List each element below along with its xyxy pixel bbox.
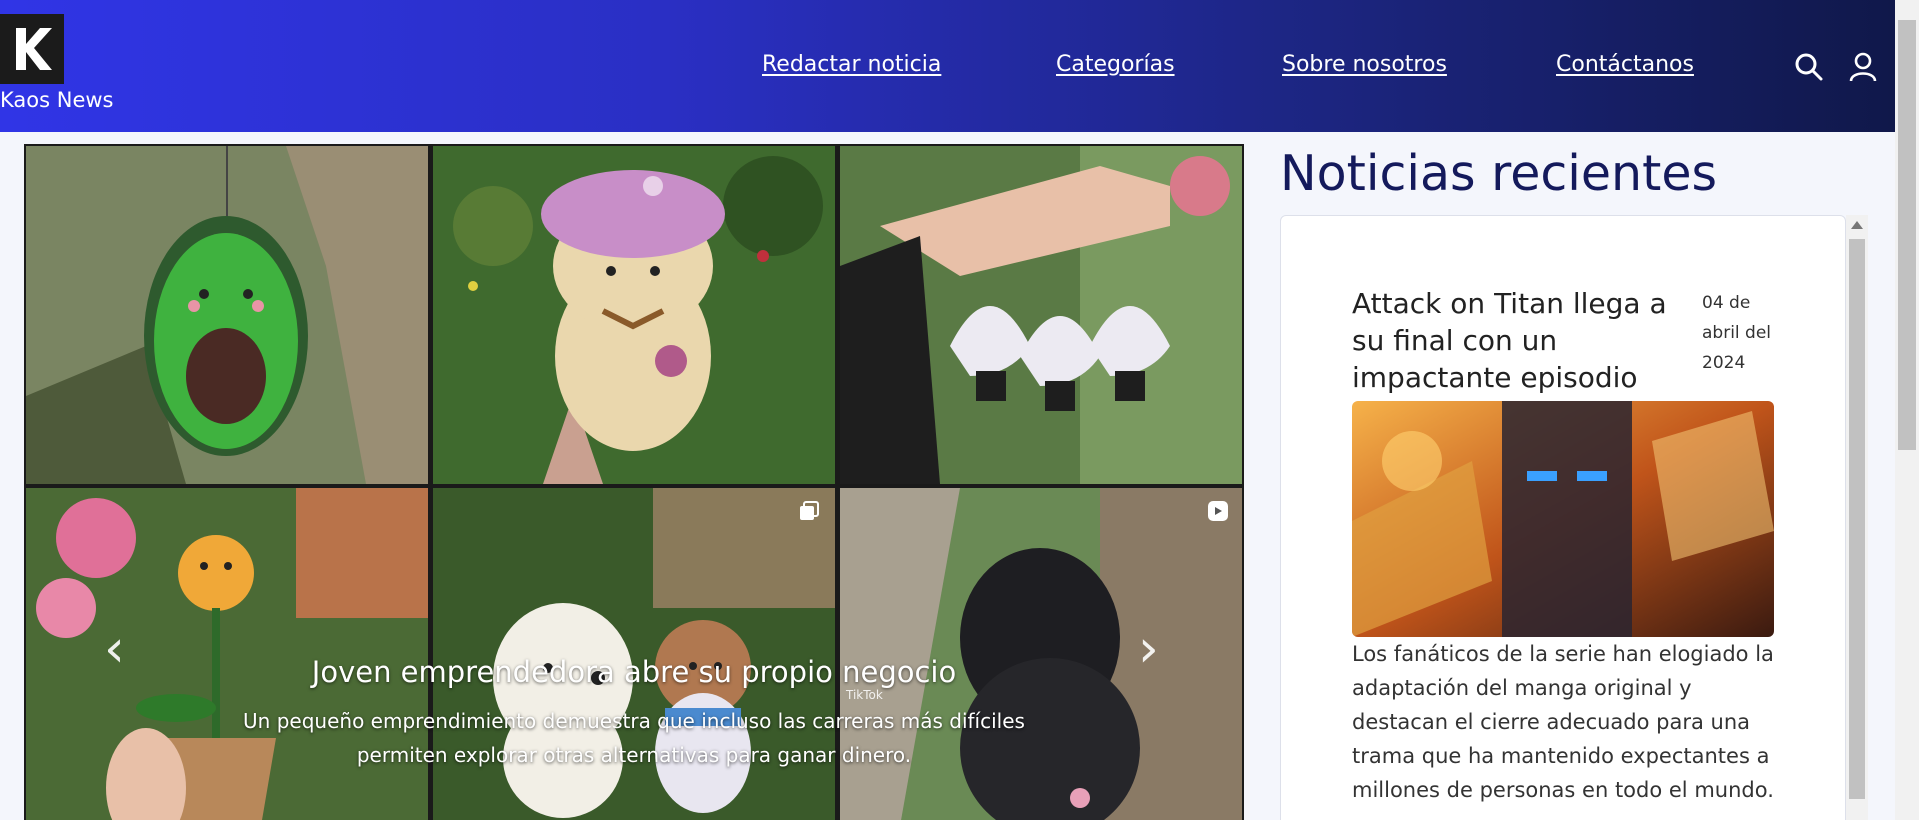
site-header: Kaos News Redactar noticia Categorías So… <box>0 0 1895 132</box>
site-logo[interactable] <box>0 14 64 84</box>
nav-categorias[interactable]: Categorías <box>1056 52 1175 77</box>
carousel-slide-title[interactable]: Joven emprendedora abre su propio negoci… <box>24 655 1244 689</box>
page-scroll-thumb[interactable] <box>1898 20 1916 450</box>
nav-redactar-noticia[interactable]: Redactar noticia <box>762 52 941 77</box>
brand-name[interactable]: Kaos News <box>0 88 113 112</box>
nav-sobre-nosotros[interactable]: Sobre nosotros <box>1282 52 1447 77</box>
news-item-date: 04 de abril del 2024 <box>1702 293 1772 373</box>
user-icon[interactable] <box>1848 52 1878 82</box>
news-item-summary: Los fanáticos de la serie han elogiado l… <box>1352 642 1774 802</box>
carousel-image-avocado-keychain <box>26 146 428 484</box>
carousel-image-mushroom-bear <box>433 146 835 484</box>
news-panel-scrollbar[interactable] <box>1846 215 1868 820</box>
tiktok-watermark: TikTok <box>846 688 883 702</box>
scroll-up-icon[interactable] <box>1851 221 1863 229</box>
news-panel-scroll-thumb[interactable] <box>1849 239 1865 799</box>
gallery-icon <box>798 500 820 526</box>
page-scrollbar[interactable] <box>1895 0 1919 820</box>
recent-news-heading: Noticias recientes <box>1280 145 1718 202</box>
carousel-slide-description: Un pequeño emprendimiento demuestra que … <box>243 709 1025 767</box>
news-item-image[interactable] <box>1352 401 1774 637</box>
reels-icon <box>1207 500 1229 526</box>
news-item-title[interactable]: Attack on Titan llega a su final con un … <box>1352 285 1692 396</box>
search-icon[interactable] <box>1794 52 1824 82</box>
logo-k-icon <box>16 28 52 70</box>
carousel-image-onigiri-keychains <box>840 146 1242 484</box>
nav-contactanos[interactable]: Contáctanos <box>1556 52 1694 77</box>
